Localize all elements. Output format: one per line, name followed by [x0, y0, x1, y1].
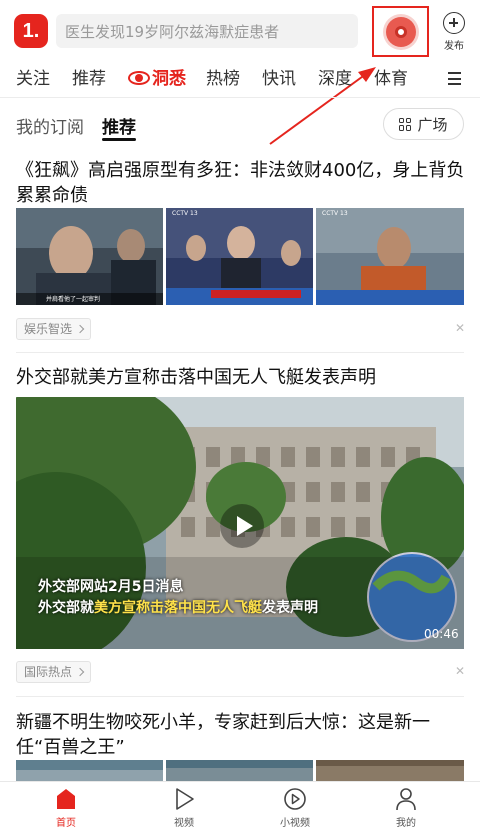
nav-home[interactable]: 首页: [36, 782, 96, 831]
play-circle-icon: [284, 788, 306, 810]
close-icon[interactable]: ✕: [455, 664, 465, 678]
tab-flash[interactable]: 快讯: [262, 66, 296, 92]
tab-follow[interactable]: 关注: [16, 66, 50, 92]
nav-label: 小视频: [280, 818, 310, 829]
tab-insight-label: 洞悉: [152, 69, 186, 89]
tab-depth[interactable]: 深度: [318, 66, 352, 92]
publish-button[interactable]: 发布: [438, 12, 470, 52]
divider: [16, 352, 464, 353]
person-icon: [396, 788, 416, 811]
play-button[interactable]: [220, 504, 264, 548]
article-title[interactable]: 新疆不明生物咬死小羊，专家赶到后大惊：这是新一 任“百兽之王”: [16, 710, 466, 760]
category-tag[interactable]: 娱乐智选: [16, 318, 92, 340]
article-thumbnail[interactable]: [316, 760, 464, 781]
thumb-caption: CCTV 13: [172, 210, 198, 217]
video-caption: 外交部就美方宣称击落中国无人飞艇发表声明: [38, 597, 318, 617]
article-title-line: 《狂飙》高启强原型有多狂：非法敛财400亿，身上背负: [16, 160, 465, 181]
video-caption: 外交部网站2月5日消息: [38, 579, 184, 595]
article-thumbnail[interactable]: [166, 760, 313, 781]
grid-icon: [399, 117, 412, 131]
video-caption-part: 外交部就: [38, 600, 94, 616]
close-icon[interactable]: ✕: [455, 321, 465, 335]
nav-short-video[interactable]: 小视频: [265, 782, 325, 831]
thumb-caption: 并肩看他了一起审判: [46, 296, 101, 303]
plaza-label: 广场: [417, 115, 448, 134]
article-thumbnail[interactable]: CCTV 13: [166, 208, 313, 305]
divider: [16, 696, 464, 697]
tab-sports[interactable]: 体育: [374, 66, 408, 92]
disc-button[interactable]: [372, 6, 429, 57]
video-duration: 00:46: [424, 627, 459, 641]
nav-label: 视频: [174, 818, 194, 829]
plaza-button[interactable]: 广场: [383, 108, 464, 140]
bottom-nav: 首页 视频 小视频 我的: [0, 781, 480, 831]
article-thumbnail[interactable]: CCTV 13: [316, 208, 464, 305]
article-title-line: 新疆不明生物咬死小羊，专家赶到后大惊：这是新一: [16, 712, 430, 733]
article-thumbnail[interactable]: 并肩看他了一起审判: [16, 208, 163, 305]
nav-profile[interactable]: 我的: [376, 782, 436, 831]
video-caption-highlight: 美方宣称击落中国无人飞艇: [94, 600, 262, 616]
video-caption-part: 发表声明: [262, 600, 318, 616]
nav-video[interactable]: 视频: [154, 782, 214, 831]
tab-hot[interactable]: 热榜: [206, 66, 240, 92]
nav-label: 我的: [396, 818, 416, 829]
publish-label: 发布: [444, 41, 464, 52]
tab-recommended[interactable]: 推荐: [102, 113, 136, 138]
eye-icon: [128, 70, 150, 85]
tab-recommend[interactable]: 推荐: [72, 66, 106, 92]
tab-insight[interactable]: 洞悉: [128, 66, 186, 92]
article-title[interactable]: 《狂飙》高启强原型有多狂：非法敛财400亿，身上背负 累累命债: [16, 158, 466, 208]
article-title-line: 任“百兽之王”: [16, 737, 125, 758]
home-icon: [57, 789, 75, 809]
nav-label: 首页: [56, 818, 76, 829]
category-tag[interactable]: 国际热点: [16, 661, 92, 683]
menu-icon[interactable]: [448, 72, 461, 85]
article-thumbnail[interactable]: [16, 760, 163, 781]
search-placeholder: 医生发现19岁阿尔兹海默症患者: [65, 22, 280, 41]
article-title[interactable]: 外交部就美方宣称击落中国无人飞艇发表声明: [16, 365, 466, 390]
app-logo[interactable]: 1.: [14, 14, 48, 48]
tab-my-subscriptions[interactable]: 我的订阅: [16, 113, 84, 138]
channel-tabs: 关注 推荐 洞悉 热榜 快讯 深度 体育: [0, 62, 480, 98]
active-tab-underline: [102, 138, 136, 141]
article-title-line: 累累命债: [16, 185, 88, 206]
thumb-caption: CCTV 13: [322, 210, 348, 217]
top-bar: 1. 医生发现19岁阿尔兹海默症患者 发布: [0, 0, 480, 62]
plus-circle-icon: [443, 12, 465, 34]
play-icon: [176, 788, 194, 810]
logo-text: 1.: [22, 19, 40, 42]
disc-icon: [385, 16, 416, 47]
search-input[interactable]: 医生发现19岁阿尔兹海默症患者: [56, 14, 358, 48]
